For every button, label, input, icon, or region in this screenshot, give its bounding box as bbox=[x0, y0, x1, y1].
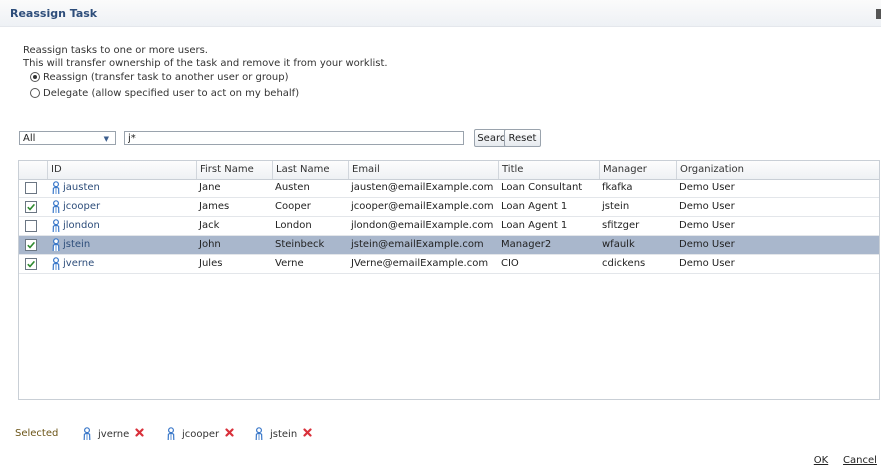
cell-organization: Demo User bbox=[679, 239, 735, 250]
cell-first-name: John bbox=[199, 239, 221, 250]
cell-email: jstein@emailExample.com bbox=[351, 239, 484, 250]
dialog-titlebar: Reassign Task bbox=[0, 0, 881, 27]
cell-id[interactable]: jcooper bbox=[60, 198, 196, 216]
description: Reassign tasks to one or more users. Thi… bbox=[23, 44, 388, 70]
cell-last-name: London bbox=[275, 220, 312, 231]
cell-organization: Demo User bbox=[679, 201, 735, 212]
cell-manager: cdickens bbox=[602, 258, 646, 269]
chevron-down-icon[interactable]: ▼ bbox=[104, 135, 109, 143]
cell-first-name: Jules bbox=[199, 258, 223, 269]
users-table: ID First Name Last Name Email Title Mana… bbox=[18, 160, 880, 400]
description-line-1: Reassign tasks to one or more users. bbox=[23, 45, 208, 56]
row-checkbox[interactable] bbox=[25, 220, 37, 232]
cell-manager: fkafka bbox=[602, 182, 633, 193]
reassign-label: Reassign (transfer task to another user … bbox=[43, 71, 289, 83]
header-checkbox-column bbox=[19, 161, 47, 179]
table-row[interactable]: jlondon Jack London jlondon@emailExample.co… bbox=[19, 217, 879, 236]
cell-manager: sfitzger bbox=[602, 220, 640, 231]
row-checkbox[interactable] bbox=[25, 201, 37, 213]
cell-last-name: Steinbeck bbox=[275, 239, 325, 250]
cell-email: JVerne@emailExample.com bbox=[351, 258, 489, 269]
selected-user-chip: jstein bbox=[254, 427, 312, 441]
row-checkbox[interactable] bbox=[25, 258, 37, 270]
selected-user-name: jverne bbox=[98, 428, 130, 440]
ok-button-label: OK bbox=[813, 455, 829, 466]
header-organization[interactable]: Organization bbox=[676, 161, 879, 179]
table-row[interactable]: jverne Jules Verne JVerne@emailExample.com C… bbox=[19, 255, 879, 274]
reset-button[interactable]: Reset bbox=[504, 129, 541, 147]
selected-user-chip: jverne bbox=[82, 427, 144, 441]
cell-title: Loan Consultant bbox=[501, 182, 583, 193]
selected-user-chip: jcooper bbox=[166, 427, 234, 441]
cell-email: jlondon@emailExample.com bbox=[351, 220, 494, 231]
reset-button-label: Reset bbox=[508, 132, 537, 144]
cell-organization: Demo User bbox=[679, 258, 735, 269]
header-manager[interactable]: Manager bbox=[599, 161, 676, 179]
selected-user-name: jcooper bbox=[182, 428, 220, 440]
dialog-title: Reassign Task bbox=[10, 7, 98, 20]
delegate-label: Delegate (allow specified user to act on… bbox=[43, 87, 300, 99]
row-checkbox[interactable] bbox=[25, 182, 37, 194]
user-icon bbox=[254, 427, 264, 441]
cancel-button[interactable]: Cancel bbox=[842, 453, 878, 468]
header-title[interactable]: Title bbox=[498, 161, 599, 179]
window-edge-icon bbox=[876, 9, 881, 19]
remove-icon[interactable] bbox=[225, 428, 234, 440]
row-checkbox[interactable] bbox=[25, 239, 37, 251]
cell-title: Manager2 bbox=[501, 239, 552, 250]
header-email[interactable]: Email bbox=[348, 161, 498, 179]
filter-select[interactable]: All ▼ bbox=[19, 131, 116, 145]
cell-first-name: Jane bbox=[199, 182, 221, 193]
selected-user-name: jstein bbox=[270, 428, 298, 440]
header-last-name[interactable]: Last Name bbox=[272, 161, 348, 179]
delegate-radio[interactable] bbox=[30, 88, 40, 98]
cell-id[interactable]: jausten bbox=[60, 179, 196, 197]
header-first-name[interactable]: First Name bbox=[196, 161, 272, 179]
reassign-radio[interactable] bbox=[30, 72, 40, 82]
user-icon bbox=[166, 427, 176, 441]
cell-title: Loan Agent 1 bbox=[501, 220, 568, 231]
remove-icon[interactable] bbox=[303, 428, 312, 440]
table-row[interactable]: jcooper James Cooper jcooper@emailExample.c… bbox=[19, 198, 879, 217]
table-row[interactable]: jausten Jane Austen jausten@emailExample.co… bbox=[19, 179, 879, 198]
ok-button[interactable]: OK bbox=[809, 453, 833, 468]
cell-organization: Demo User bbox=[679, 220, 735, 231]
reassign-option[interactable]: Reassign (transfer task to another user … bbox=[30, 70, 289, 84]
search-input[interactable] bbox=[124, 131, 464, 145]
delegate-option[interactable]: Delegate (allow specified user to act on… bbox=[30, 86, 299, 100]
cell-email: jausten@emailExample.com bbox=[351, 182, 494, 193]
cell-email: jcooper@emailExample.com bbox=[351, 201, 494, 212]
cell-id[interactable]: jlondon bbox=[60, 217, 196, 235]
filter-select-value: All bbox=[23, 133, 36, 144]
header-id[interactable]: ID bbox=[47, 161, 196, 179]
cell-organization: Demo User bbox=[679, 182, 735, 193]
cell-last-name: Austen bbox=[275, 182, 310, 193]
user-icon bbox=[82, 427, 92, 441]
cell-title: Loan Agent 1 bbox=[501, 201, 568, 212]
cell-last-name: Verne bbox=[275, 258, 304, 269]
cell-last-name: Cooper bbox=[275, 201, 311, 212]
cancel-button-label: Cancel bbox=[843, 455, 877, 466]
cell-id[interactable]: jstein bbox=[60, 236, 196, 254]
table-row[interactable]: jstein John Steinbeck jstein@emailExample.c… bbox=[19, 236, 879, 255]
cell-first-name: James bbox=[199, 201, 230, 212]
description-line-2: This will transfer ownership of the task… bbox=[23, 58, 388, 69]
selected-label: Selected bbox=[15, 428, 59, 439]
cell-first-name: Jack bbox=[199, 220, 220, 231]
cell-manager: wfaulk bbox=[602, 239, 635, 250]
cell-manager: jstein bbox=[602, 201, 630, 212]
table-header: ID First Name Last Name Email Title Mana… bbox=[19, 161, 879, 180]
cell-id[interactable]: jverne bbox=[60, 255, 196, 273]
remove-icon[interactable] bbox=[135, 428, 144, 440]
cell-title: CIO bbox=[501, 258, 519, 269]
